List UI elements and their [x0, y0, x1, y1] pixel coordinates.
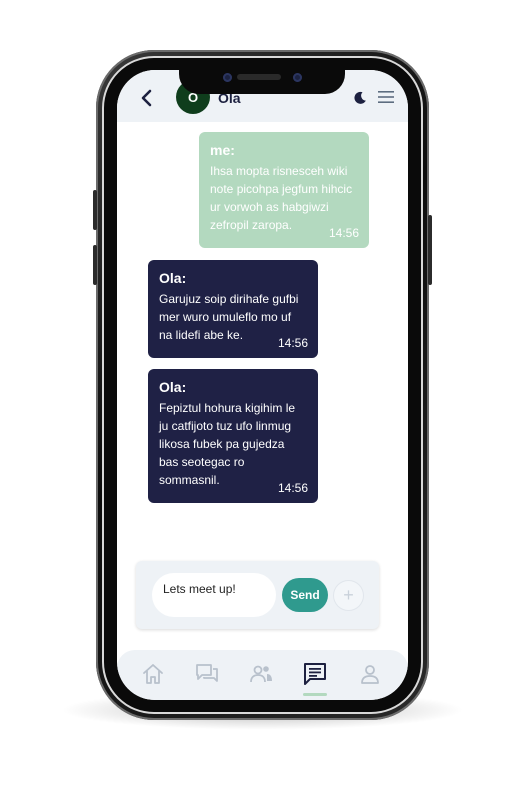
- nav-friends-button[interactable]: [248, 661, 274, 687]
- message-time: 14:56: [277, 336, 308, 350]
- messages-icon: [304, 663, 326, 685]
- back-button[interactable]: [137, 88, 157, 108]
- nav-profile-button[interactable]: [357, 661, 383, 687]
- power-button: [428, 215, 432, 285]
- camera-icon: [223, 73, 232, 82]
- sensor-icon: [293, 73, 302, 82]
- nav-messages-button[interactable]: [302, 661, 328, 687]
- message-input[interactable]: Lets meet up!: [152, 573, 276, 617]
- bottom-navigation: [117, 650, 408, 700]
- plus-icon: +: [343, 585, 354, 605]
- message-bubble-received[interactable]: Ola: Fepiztul hohura kigihim le ju catfi…: [148, 369, 318, 503]
- message-composer: Lets meet up! Send +: [136, 561, 379, 629]
- friends-icon: [250, 665, 272, 683]
- profile-icon: [361, 665, 379, 684]
- dark-mode-toggle[interactable]: [353, 91, 367, 105]
- speaker-grille: [237, 74, 281, 80]
- add-attachment-button[interactable]: +: [334, 581, 363, 610]
- volume-up-button: [93, 190, 97, 230]
- message-sender: me:: [210, 142, 235, 158]
- hamburger-menu-icon: [378, 91, 394, 103]
- message-bubble-received[interactable]: Ola: Garujuz soip dirihafe gufbi mer wur…: [148, 260, 318, 358]
- home-icon: [143, 664, 163, 684]
- send-button[interactable]: Send: [282, 578, 328, 612]
- phone-notch: [179, 64, 345, 94]
- message-text: Fepiztul hohura kigihim le ju catfijoto …: [159, 401, 296, 487]
- message-sender: Ola:: [159, 270, 187, 286]
- menu-button[interactable]: [378, 90, 394, 104]
- nav-active-indicator: [303, 693, 327, 696]
- message-text: Ihsa mopta risnesceh wiki note picohpa j…: [210, 164, 353, 232]
- volume-down-button: [93, 245, 97, 285]
- message-sender: Ola:: [159, 379, 187, 395]
- moon-icon: [354, 91, 366, 104]
- app-screen: O Ola me: Ihsa mopta risnesceh wiki note…: [117, 70, 408, 700]
- message-time: 14:56: [328, 226, 359, 240]
- chevron-left-icon: [141, 89, 152, 107]
- message-bubble-sent[interactable]: me: Ihsa mopta risnesceh wiki note picoh…: [199, 132, 369, 248]
- message-time: 14:56: [277, 481, 308, 495]
- nav-chats-button[interactable]: [194, 661, 220, 687]
- chats-icon: [196, 664, 218, 682]
- nav-home-button[interactable]: [140, 661, 166, 687]
